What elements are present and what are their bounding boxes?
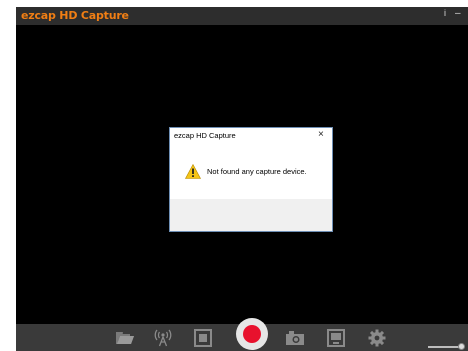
app-title: ezcap HD Capture: [21, 9, 129, 22]
dialog-body: Not found any capture device.: [170, 142, 332, 199]
screen-icon: [327, 328, 345, 347]
minimize-button[interactable]: –: [455, 8, 461, 19]
gear-icon: [368, 329, 386, 346]
record-button[interactable]: [235, 316, 269, 351]
info-button[interactable]: i: [444, 8, 446, 18]
snapshot-button[interactable]: [284, 324, 306, 351]
volume-slider-track[interactable]: [428, 346, 462, 348]
toolbar: [16, 318, 468, 351]
open-folder-button[interactable]: [114, 324, 136, 351]
broadcast-icon: [154, 329, 172, 346]
error-dialog: ezcap HD Capture × Not found any capture…: [169, 127, 333, 232]
display-button[interactable]: [325, 324, 347, 351]
camera-icon: [286, 330, 304, 345]
dialog-message: Not found any capture device.: [207, 167, 307, 176]
dialog-close-button[interactable]: ×: [318, 129, 324, 140]
dialog-title: ezcap HD Capture: [174, 131, 236, 140]
warning-icon: [185, 164, 201, 179]
record-icon: [236, 318, 268, 350]
dialog-footer: [170, 199, 332, 231]
folder-icon: [116, 331, 134, 344]
settings-button[interactable]: [366, 324, 388, 351]
title-bar: ezcap HD Capture i –: [16, 7, 468, 25]
fullscreen-icon: [194, 328, 212, 347]
volume-slider-handle[interactable]: [458, 343, 465, 350]
fullscreen-button[interactable]: [192, 324, 214, 351]
broadcast-button[interactable]: [152, 324, 174, 351]
